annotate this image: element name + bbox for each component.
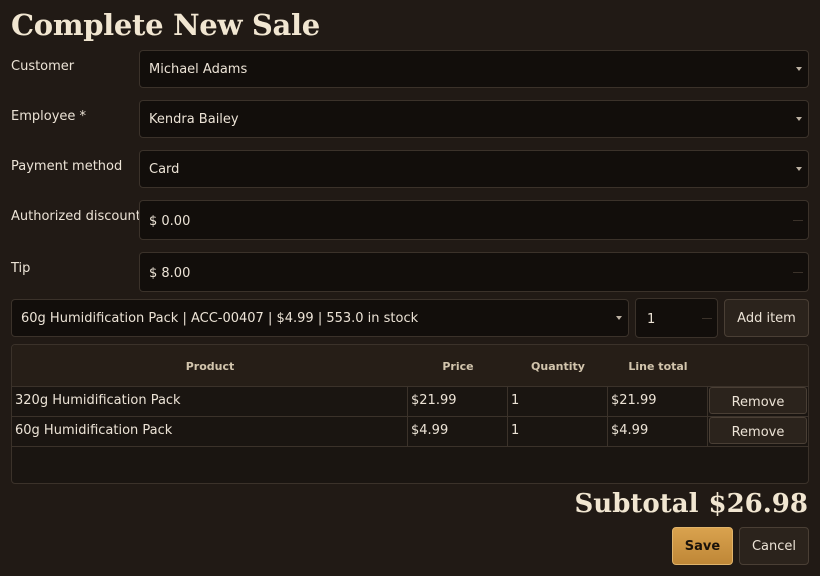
- page-title: Complete New Sale: [11, 8, 320, 42]
- column-header-price: Price: [442, 360, 474, 373]
- subtotal: Subtotal $26.98: [575, 489, 808, 519]
- cell-price: $4.99: [408, 416, 508, 446]
- employee-select[interactable]: Kendra Bailey: [139, 100, 809, 138]
- stepper-divider: [702, 318, 712, 319]
- save-button[interactable]: Save: [672, 527, 733, 565]
- quantity-value: 1: [647, 312, 656, 327]
- cell-line-total: $21.99: [608, 386, 708, 416]
- chevron-down-icon: [796, 67, 802, 71]
- payment-method-value: Card: [149, 162, 180, 177]
- table-row: 320g Humidification Pack $21.99 1 $21.99…: [12, 386, 808, 417]
- column-header-quantity: Quantity: [531, 360, 585, 373]
- sale-items-table: Product Price Quantity Line total 320g H…: [11, 344, 809, 484]
- authorized-discount-field[interactable]: $ 0.00: [139, 200, 809, 240]
- tip-label: Tip: [11, 261, 31, 276]
- cell-line-total: $4.99: [608, 416, 708, 446]
- chevron-down-icon: [796, 117, 802, 121]
- product-select[interactable]: 60g Humidification Pack | ACC-00407 | $4…: [11, 299, 629, 337]
- employee-label: Employee *: [11, 109, 87, 124]
- column-header-line-total: Line total: [628, 360, 688, 373]
- stepper-divider: [793, 220, 803, 221]
- column-header-product: Product: [185, 360, 235, 373]
- subtotal-value: $26.98: [708, 489, 808, 519]
- customer-label: Customer: [11, 59, 75, 74]
- cell-product: 60g Humidification Pack: [12, 416, 408, 446]
- cell-quantity: 1: [508, 386, 608, 416]
- chevron-down-icon: [616, 316, 622, 320]
- quantity-stepper[interactable]: 1: [635, 298, 718, 338]
- table-row: 60g Humidification Pack $4.99 1 $4.99 Re…: [12, 416, 808, 447]
- table-header: Product Price Quantity Line total: [12, 345, 808, 387]
- product-select-value: 60g Humidification Pack | ACC-00407 | $4…: [21, 311, 419, 326]
- cancel-button[interactable]: Cancel: [739, 527, 809, 565]
- subtotal-label: Subtotal: [574, 489, 699, 519]
- cell-price: $21.99: [408, 386, 508, 416]
- tip-value: $ 8.00: [149, 266, 191, 281]
- employee-value: Kendra Bailey: [149, 112, 239, 127]
- tip-field[interactable]: $ 8.00: [139, 252, 809, 292]
- authorized-discount-label: Authorized discount: [11, 209, 141, 224]
- new-sale-dialog: Complete New Sale Customer Michael Adams…: [0, 0, 820, 576]
- customer-select[interactable]: Michael Adams: [139, 50, 809, 88]
- chevron-down-icon: [796, 167, 802, 171]
- cell-quantity: 1: [508, 416, 608, 446]
- customer-value: Michael Adams: [149, 62, 248, 77]
- stepper-divider: [793, 272, 803, 273]
- add-item-button[interactable]: Add item: [724, 299, 809, 337]
- payment-method-label: Payment method: [11, 159, 123, 174]
- cell-product: 320g Humidification Pack: [12, 386, 408, 416]
- remove-item-button[interactable]: Remove: [709, 387, 807, 414]
- remove-item-button[interactable]: Remove: [709, 417, 807, 444]
- authorized-discount-value: $ 0.00: [149, 214, 191, 229]
- payment-method-select[interactable]: Card: [139, 150, 809, 188]
